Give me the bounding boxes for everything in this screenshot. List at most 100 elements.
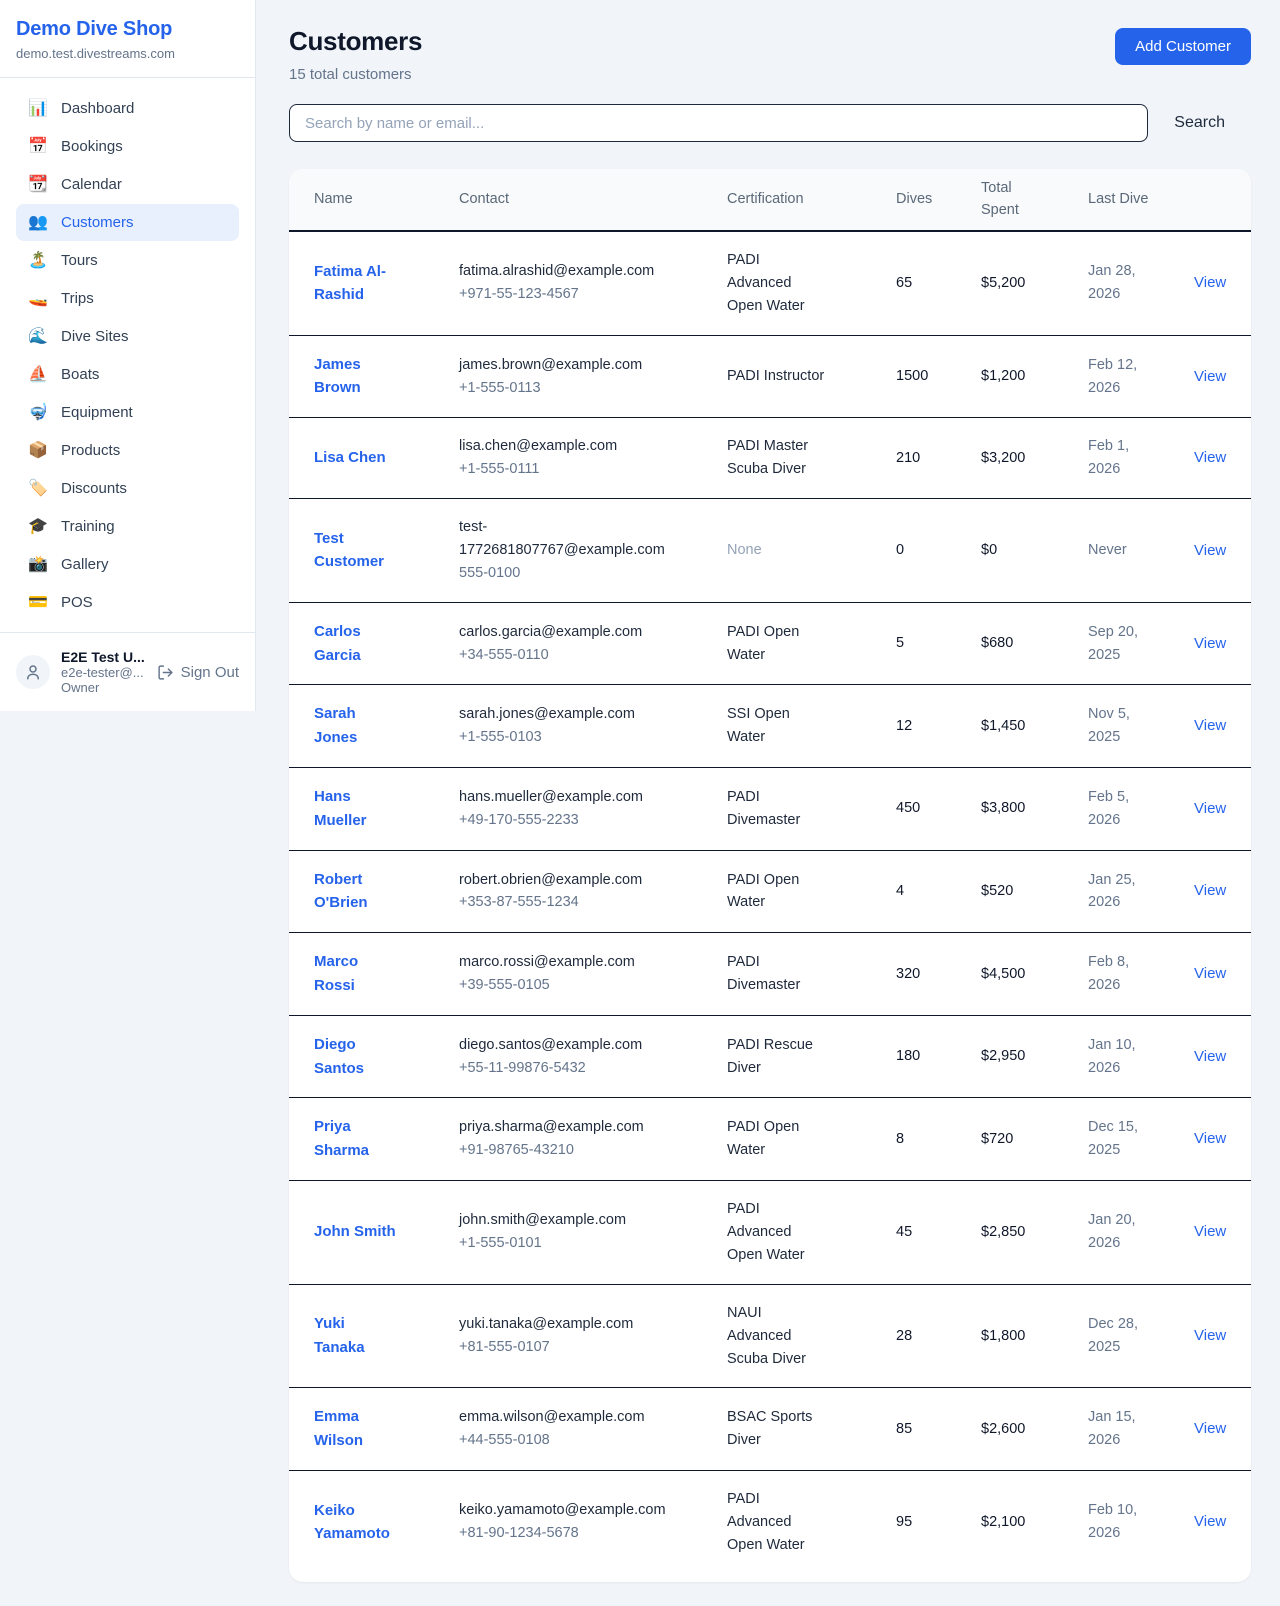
sidebar-item-training[interactable]: 🎓 Training [16, 508, 239, 545]
customer-dives: 5 [896, 635, 904, 651]
sidebar-item-label: Dive Sites [61, 328, 129, 345]
customer-name-link[interactable]: Yuki Tanaka [314, 1312, 399, 1359]
table-row: John Smith john.smith@example.com +1-555… [289, 1181, 1251, 1285]
customer-name-link[interactable]: Lisa Chen [314, 446, 386, 470]
customer-last-dive: Feb 1, 2026 [1088, 438, 1129, 477]
view-link[interactable]: View [1194, 1420, 1226, 1437]
customer-last-dive: Feb 8, 2026 [1088, 954, 1129, 993]
shop-name[interactable]: Demo Dive Shop [16, 18, 239, 41]
customer-name-link[interactable]: Test Customer [314, 527, 399, 574]
sidebar-item-label: Bookings [61, 138, 123, 155]
customer-phone: +81-90-1234-5678 [459, 1522, 664, 1545]
sidebar-item-label: Gallery [61, 556, 109, 573]
avatar [16, 655, 50, 689]
sidebar-item-products[interactable]: 📦 Products [16, 432, 239, 469]
customer-total-spent: $680 [981, 635, 1013, 651]
customer-phone: +1-555-0101 [459, 1232, 664, 1255]
sidebar-item-pos[interactable]: 💳 POS [16, 584, 239, 621]
customer-certification: None [727, 542, 762, 558]
customer-last-dive: Dec 15, 2025 [1088, 1119, 1138, 1158]
table-row: Yuki Tanaka yuki.tanaka@example.com +81-… [289, 1284, 1251, 1388]
sidebar-item-label: Tours [61, 252, 98, 269]
col-header-dives: Dives [870, 169, 956, 231]
customer-email: emma.wilson@example.com [459, 1406, 664, 1429]
customer-name-link[interactable]: Marco Rossi [314, 950, 399, 997]
view-link[interactable]: View [1194, 542, 1226, 559]
sidebar-item-label: Boats [61, 366, 99, 383]
customer-name-link[interactable]: Hans Mueller [314, 785, 399, 832]
boats-icon: ⛵ [28, 367, 48, 383]
shop-brand[interactable]: Demo Dive Shop demo.test.divestreams.com [0, 0, 255, 78]
customer-last-dive: Feb 5, 2026 [1088, 789, 1129, 828]
customer-phone: +81-555-0107 [459, 1336, 664, 1359]
sidebar-item-calendar[interactable]: 📆 Calendar [16, 166, 239, 203]
view-link[interactable]: View [1194, 274, 1226, 291]
customer-certification: SSI Open Water [727, 706, 790, 745]
view-link[interactable]: View [1194, 882, 1226, 899]
view-link[interactable]: View [1194, 449, 1226, 466]
table-row: Fatima Al-Rashid fatima.alrashid@example… [289, 231, 1251, 335]
view-link[interactable]: View [1194, 1223, 1226, 1240]
sign-out-button[interactable]: Sign Out [157, 664, 239, 681]
customer-name-link[interactable]: Carlos Garcia [314, 620, 399, 667]
sidebar-item-discounts[interactable]: 🏷️ Discounts [16, 470, 239, 507]
table-row: Test Customer test-1772681807767@example… [289, 499, 1251, 603]
customer-dives: 28 [896, 1328, 912, 1344]
customer-name-link[interactable]: Priya Sharma [314, 1115, 399, 1162]
view-link[interactable]: View [1194, 717, 1226, 734]
pos-icon: 💳 [28, 595, 48, 611]
view-link[interactable]: View [1194, 1130, 1226, 1147]
sidebar-item-dive-sites[interactable]: 🌊 Dive Sites [16, 318, 239, 355]
view-link[interactable]: View [1194, 635, 1226, 652]
customer-name-link[interactable]: John Smith [314, 1220, 396, 1244]
customer-name-link[interactable]: Sarah Jones [314, 702, 399, 749]
view-link[interactable]: View [1194, 1048, 1226, 1065]
user-info: E2E Test U... e2e-tester@... Owner [61, 649, 146, 695]
customer-certification: PADI Open Water [727, 624, 799, 663]
customer-name-link[interactable]: Emma Wilson [314, 1405, 399, 1452]
view-link[interactable]: View [1194, 1513, 1226, 1530]
customer-certification: PADI Rescue Diver [727, 1037, 813, 1076]
user-icon [24, 663, 42, 681]
add-customer-button[interactable]: Add Customer [1115, 28, 1251, 65]
table-row: Keiko Yamamoto keiko.yamamoto@example.co… [289, 1471, 1251, 1574]
sidebar-item-bookings[interactable]: 📅 Bookings [16, 128, 239, 165]
customer-certification: PADI Advanced Open Water [727, 252, 805, 314]
view-link[interactable]: View [1194, 965, 1226, 982]
customer-dives: 210 [896, 450, 920, 466]
customer-name-link[interactable]: Fatima Al-Rashid [314, 260, 399, 307]
user-section: E2E Test U... e2e-tester@... Owner Sign … [0, 632, 255, 711]
table-row: Hans Mueller hans.mueller@example.com +4… [289, 768, 1251, 851]
sidebar-item-trips[interactable]: 🚤 Trips [16, 280, 239, 317]
table-row: Carlos Garcia carlos.garcia@example.com … [289, 602, 1251, 685]
shop-domain: demo.test.divestreams.com [16, 46, 239, 61]
products-icon: 📦 [28, 443, 48, 459]
customer-name-link[interactable]: Keiko Yamamoto [314, 1499, 399, 1546]
view-link[interactable]: View [1194, 368, 1226, 385]
search-button[interactable]: Search [1148, 114, 1251, 132]
search-input[interactable] [289, 104, 1148, 142]
customer-phone: +91-98765-43210 [459, 1139, 664, 1162]
sidebar-item-customers[interactable]: 👥 Customers [16, 204, 239, 241]
sidebar-item-tours[interactable]: 🏝️ Tours [16, 242, 239, 279]
customer-dives: 0 [896, 542, 904, 558]
customer-name-link[interactable]: James Brown [314, 353, 399, 400]
customer-phone: +1-555-0113 [459, 377, 664, 400]
user-name: E2E Test U... [61, 649, 146, 665]
sidebar-item-dashboard[interactable]: 📊 Dashboard [16, 90, 239, 127]
customer-email: james.brown@example.com [459, 354, 664, 377]
customer-last-dive: Jan 20, 2026 [1088, 1212, 1136, 1251]
page-title: Customers [289, 26, 422, 57]
customer-certification: PADI Instructor [727, 368, 824, 384]
sidebar-item-label: Equipment [61, 404, 133, 421]
sidebar-item-label: Dashboard [61, 100, 134, 117]
sidebar-item-gallery[interactable]: 📸 Gallery [16, 546, 239, 583]
sidebar-item-equipment[interactable]: 🤿 Equipment [16, 394, 239, 431]
customer-total-spent: $1,800 [981, 1328, 1025, 1344]
customer-name-link[interactable]: Robert O'Brien [314, 868, 399, 915]
view-link[interactable]: View [1194, 800, 1226, 817]
customer-phone: +49-170-555-2233 [459, 809, 664, 832]
sidebar-item-boats[interactable]: ⛵ Boats [16, 356, 239, 393]
view-link[interactable]: View [1194, 1327, 1226, 1344]
customer-name-link[interactable]: Diego Santos [314, 1033, 399, 1080]
